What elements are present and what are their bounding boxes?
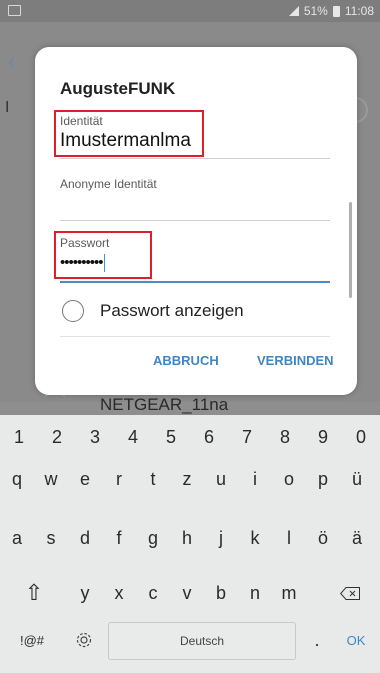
key-3[interactable]: 3 xyxy=(76,419,114,455)
key-p[interactable]: p xyxy=(306,461,340,497)
anonymous-identity-field[interactable]: Anonyme Identität xyxy=(60,177,330,221)
key-a[interactable]: a xyxy=(0,520,34,556)
key-4[interactable]: 4 xyxy=(114,419,152,455)
image-notification-icon xyxy=(8,5,21,16)
key-2[interactable]: 2 xyxy=(38,419,76,455)
key-d[interactable]: d xyxy=(68,520,102,556)
back-arrow-icon[interactable]: ‹ xyxy=(8,48,15,74)
yxcv-row: ⇧ y x c v b n m xyxy=(0,575,380,611)
on-screen-keyboard: 1 2 3 4 5 6 7 8 9 0 q w e r t z u i o p … xyxy=(0,415,380,673)
key-t[interactable]: t xyxy=(136,461,170,497)
key-0[interactable]: 0 xyxy=(342,419,380,455)
space-bar[interactable]: Deutsch xyxy=(108,622,296,660)
shift-key-icon[interactable]: ⇧ xyxy=(0,575,68,611)
key-8[interactable]: 8 xyxy=(266,419,304,455)
password-highlight-box xyxy=(54,231,152,279)
key-w[interactable]: w xyxy=(34,461,68,497)
key-k[interactable]: k xyxy=(238,520,272,556)
key-v[interactable]: v xyxy=(170,575,204,611)
identity-underline xyxy=(60,158,330,159)
key-oe[interactable]: ö xyxy=(306,520,340,556)
key-i[interactable]: i xyxy=(238,461,272,497)
dialog-divider xyxy=(60,336,330,337)
battery-icon xyxy=(332,5,340,17)
dialog-title: AugusteFUNK xyxy=(60,79,176,98)
show-password-option[interactable]: Passwort anzeigen xyxy=(62,300,244,322)
key-e[interactable]: e xyxy=(68,461,102,497)
key-7[interactable]: 7 xyxy=(228,419,266,455)
signal-icon xyxy=(288,6,299,16)
password-underline xyxy=(60,281,330,283)
key-u[interactable]: u xyxy=(204,461,238,497)
backspace-key-icon[interactable] xyxy=(320,575,380,611)
status-bar: 51% 11:08 xyxy=(0,0,380,22)
wifi-login-dialog: AugusteFUNK Identität Imustermanlma Anon… xyxy=(35,47,357,395)
key-h[interactable]: h xyxy=(170,520,204,556)
key-1[interactable]: 1 xyxy=(0,419,38,455)
key-m[interactable]: m xyxy=(272,575,306,611)
key-5[interactable]: 5 xyxy=(152,419,190,455)
identity-highlight-box xyxy=(54,110,204,157)
qwertz-row: q w e r t z u i o p ü xyxy=(0,461,380,497)
period-key[interactable]: . xyxy=(300,622,334,658)
key-q[interactable]: q xyxy=(0,461,34,497)
key-ue[interactable]: ü xyxy=(340,461,374,497)
connect-button[interactable]: VERBINDEN xyxy=(257,353,334,368)
anonymous-identity-label: Anonyme Identität xyxy=(60,177,157,191)
asdf-row: a s d f g h j k l ö ä xyxy=(0,520,380,556)
key-r[interactable]: r xyxy=(102,461,136,497)
key-6[interactable]: 6 xyxy=(190,419,228,455)
show-password-label: Passwort anzeigen xyxy=(100,301,244,320)
show-password-radio[interactable] xyxy=(62,300,84,322)
key-ae[interactable]: ä xyxy=(340,520,374,556)
symbols-key[interactable]: !@# xyxy=(8,622,56,658)
key-o[interactable]: o xyxy=(272,461,306,497)
key-9[interactable]: 9 xyxy=(304,419,342,455)
number-row: 1 2 3 4 5 6 7 8 9 0 xyxy=(0,419,380,455)
battery-percentage: 51% xyxy=(303,4,328,18)
clock: 11:08 xyxy=(344,4,374,18)
key-y[interactable]: y xyxy=(68,575,102,611)
cancel-button[interactable]: ABBRUCH xyxy=(153,353,219,368)
key-x[interactable]: x xyxy=(102,575,136,611)
key-g[interactable]: g xyxy=(136,520,170,556)
key-f[interactable]: f xyxy=(102,520,136,556)
key-c[interactable]: c xyxy=(136,575,170,611)
bottom-row: !@# Deutsch . OK xyxy=(0,622,380,660)
key-s[interactable]: s xyxy=(34,520,68,556)
settings-gear-icon[interactable] xyxy=(62,622,106,658)
key-n[interactable]: n xyxy=(238,575,272,611)
network-name[interactable]: NETGEAR_11na xyxy=(100,395,228,415)
anonymous-identity-underline xyxy=(60,220,330,221)
background-label: I xyxy=(5,99,10,116)
key-l[interactable]: l xyxy=(272,520,306,556)
dialog-scrollbar[interactable] xyxy=(349,202,352,298)
ok-key[interactable]: OK xyxy=(336,622,376,658)
key-z[interactable]: z xyxy=(170,461,204,497)
key-j[interactable]: j xyxy=(204,520,238,556)
key-b[interactable]: b xyxy=(204,575,238,611)
